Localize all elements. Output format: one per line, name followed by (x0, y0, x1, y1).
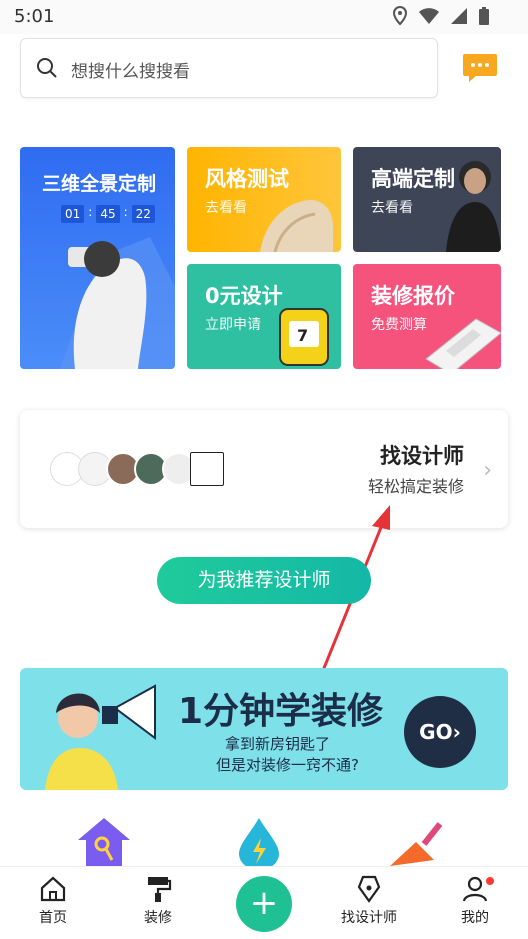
quote-sub: 免费测算 (371, 317, 427, 333)
tab-find-designer-label: 找设计师 (341, 910, 397, 926)
house-key-icon[interactable] (76, 816, 132, 870)
free-design-tile[interactable]: 0元设计 立即申请 7 (187, 264, 341, 369)
calculator-image (425, 318, 501, 369)
banner-title: 1分钟学装修 (178, 691, 384, 732)
designer-portrait-image (446, 161, 501, 252)
free-design-sub: 立即申请 (205, 317, 261, 333)
tab-home-label: 首页 (39, 910, 67, 926)
status-time: 5:01 (14, 6, 55, 27)
notification-dot (486, 877, 494, 885)
banner-line2: 但是对装修一窍不通? (216, 756, 359, 774)
find-designer-sub: 轻松搞定装修 (367, 477, 464, 496)
trowel-icon[interactable] (386, 816, 446, 870)
search-input[interactable]: 想搜什么搜搜看 (20, 38, 438, 98)
designer-avatars (50, 452, 224, 486)
signal-icon (451, 8, 467, 24)
quote-tile[interactable]: 装修报价 免费测算 (353, 264, 501, 369)
tab-decor[interactable]: 装修 (123, 875, 193, 927)
add-button[interactable]: + (236, 876, 292, 932)
learn-decor-banner[interactable]: 1分钟学装修 拿到新房钥匙了 但是对装修一窍不通? GO› (20, 668, 508, 790)
blanket-image (260, 200, 333, 252)
style-test-tile[interactable]: 风格测试 去看看 (187, 147, 341, 252)
recommend-designer-button[interactable]: 为我推荐设计师 (157, 557, 371, 604)
megaphone-girl-image (45, 684, 156, 790)
wifi-icon (419, 8, 439, 24)
tab-decor-label: 装修 (144, 910, 172, 926)
paint-roller-icon (148, 877, 172, 902)
status-bar: 5:01 (0, 0, 528, 34)
chevron-right-icon: › (483, 458, 492, 483)
designer-avatar (190, 452, 224, 486)
battery-icon (479, 7, 489, 25)
tab-find-designer[interactable]: 找设计师 (334, 875, 404, 927)
high-end-sub: 去看看 (371, 200, 413, 216)
find-designer-title: 找设计师 (380, 444, 464, 468)
banner-line1: 拿到新房钥匙了 (225, 735, 331, 753)
tab-home[interactable]: 首页 (18, 875, 88, 927)
free-design-title: 0元设计 (205, 284, 283, 308)
high-end-tile[interactable]: 高端定制 去看看 (353, 147, 501, 252)
tab-mine[interactable]: 我的 (440, 875, 510, 927)
bottom-tab-bar: 首页 装修 + 找设计师 我的 (0, 866, 528, 939)
user-icon (462, 876, 488, 902)
category-icon-row (0, 812, 528, 870)
water-drop-icon[interactable] (237, 816, 281, 870)
vr-person-image (60, 237, 175, 369)
search-icon (37, 58, 57, 78)
svg-text:7: 7 (297, 326, 308, 345)
find-designer-card[interactable]: 找设计师 轻松搞定装修 › (20, 410, 508, 528)
status-icons (392, 6, 490, 26)
tape-measure-image: 7 (279, 308, 329, 366)
search-placeholder: 想搜什么搜搜看 (71, 62, 190, 82)
go-button[interactable]: GO› (404, 696, 476, 768)
tab-mine-label: 我的 (461, 910, 489, 926)
home-icon (40, 876, 66, 902)
message-icon[interactable] (462, 52, 498, 84)
style-test-sub: 去看看 (205, 200, 247, 216)
panorama-tile[interactable]: 三维全景定制 01: 45: 22 (20, 147, 175, 369)
go-label: GO (419, 720, 453, 744)
location-icon (392, 6, 408, 26)
pen-nib-icon (357, 875, 381, 903)
